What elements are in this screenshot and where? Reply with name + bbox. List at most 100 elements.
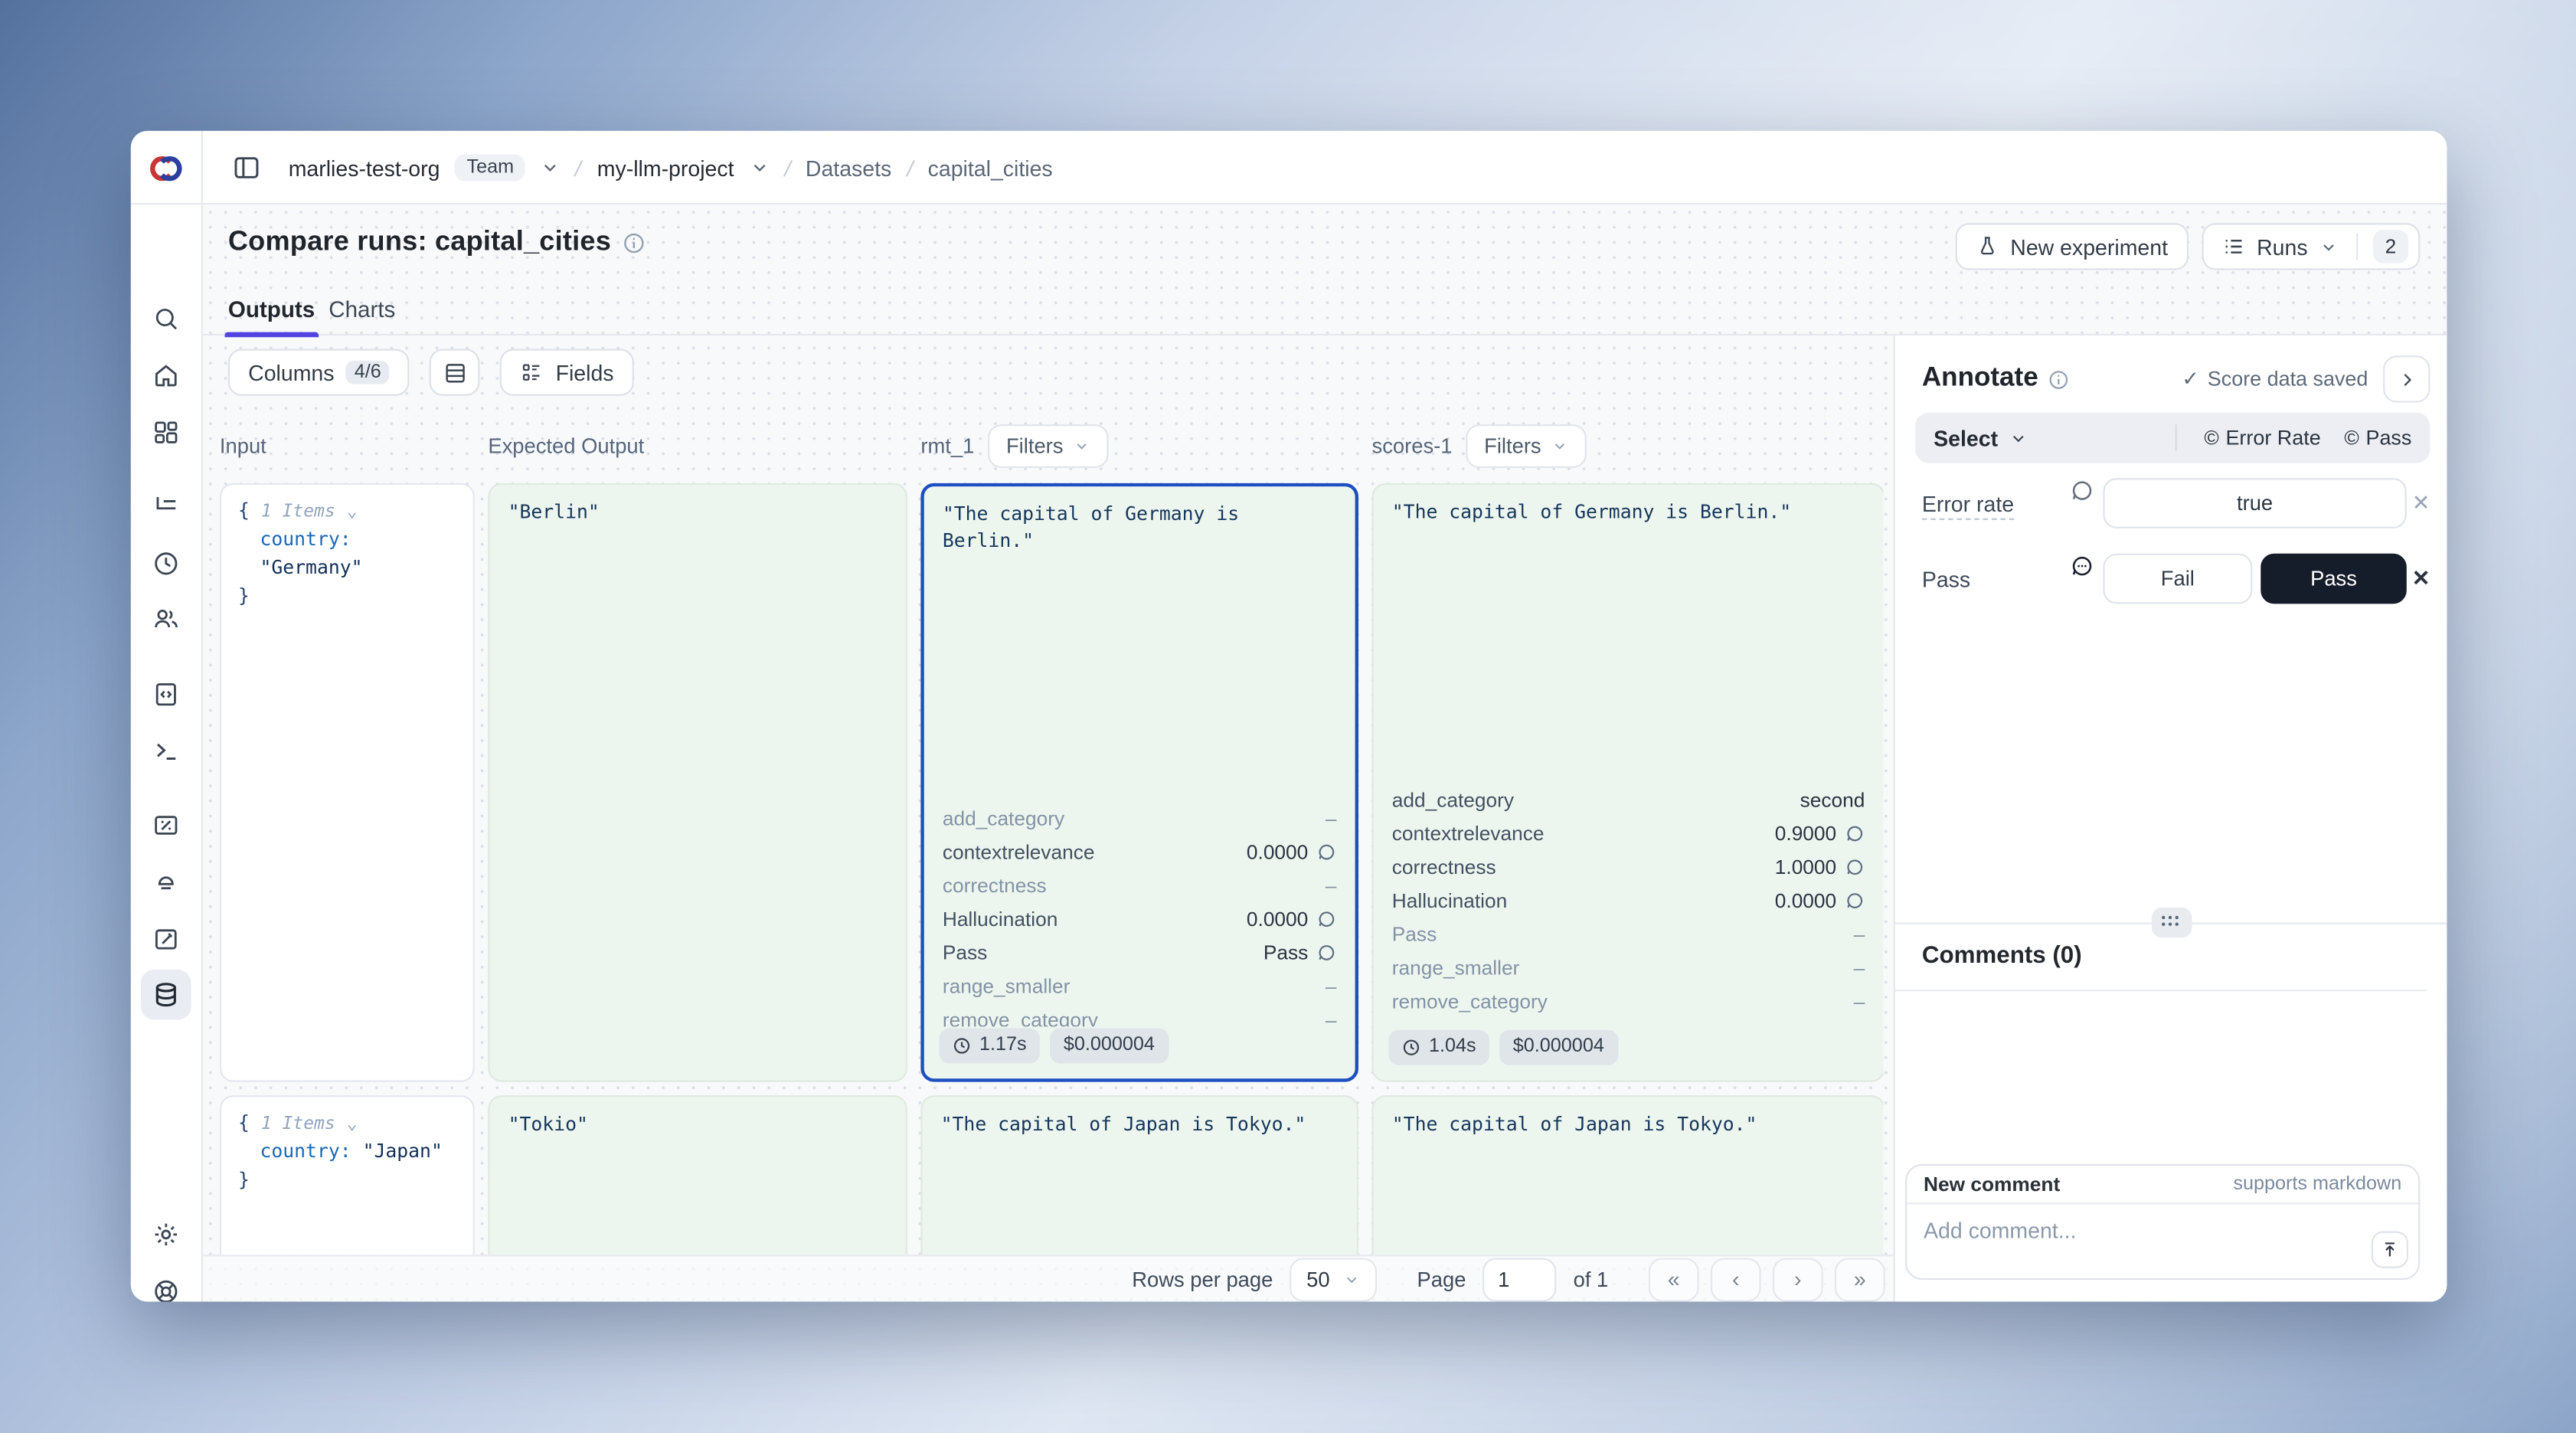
team-badge: Team bbox=[455, 154, 525, 181]
annotation-clipboard-icon[interactable] bbox=[152, 925, 180, 954]
submit-comment-button[interactable] bbox=[2372, 1232, 2408, 1268]
metric-row: contextrelevance0.0000 bbox=[943, 836, 1337, 869]
home-icon[interactable] bbox=[152, 362, 180, 390]
comment-input[interactable]: Add comment... bbox=[1924, 1218, 2076, 1243]
rows-per-page-select[interactable]: 50 bbox=[1290, 1257, 1377, 1300]
breadcrumb: marlies-test-org Team / my-llm-project /… bbox=[289, 154, 1053, 181]
users-icon[interactable] bbox=[151, 605, 181, 633]
resize-drag-handle[interactable] bbox=[2151, 908, 2192, 937]
chevron-down-icon[interactable]: ⌄ bbox=[347, 1114, 358, 1134]
expected-output-cell[interactable]: "Tokio" bbox=[488, 1095, 907, 1255]
runs-count-badge: 2 bbox=[2373, 230, 2408, 263]
next-page-button[interactable]: › bbox=[1773, 1257, 1823, 1300]
comment-bubble-icon[interactable] bbox=[1845, 891, 1865, 911]
run2-filters-button[interactable]: Filters bbox=[1466, 424, 1587, 468]
collapse-panel-button[interactable] bbox=[2383, 355, 2430, 402]
comment-bubble-icon[interactable] bbox=[2070, 477, 2104, 502]
info-icon[interactable] bbox=[2048, 368, 2070, 390]
metric-row: correctness– bbox=[943, 869, 1337, 902]
run2-output-cell[interactable]: "The capital of Germany is Berlin." add_… bbox=[1372, 483, 1884, 1082]
metric-row: range_smaller– bbox=[1392, 951, 1865, 985]
settings-gear-icon[interactable] bbox=[152, 1220, 180, 1248]
row-height-button[interactable] bbox=[430, 349, 480, 396]
spec-chip-pass[interactable]: ©Pass bbox=[2344, 426, 2411, 450]
breadcrumb-datasets[interactable]: Datasets bbox=[806, 155, 891, 181]
dashboard-grid-icon[interactable] bbox=[152, 418, 180, 447]
table-row: { 1 Items ⌄ country: "Germany" } "Berlin… bbox=[220, 483, 1884, 1082]
last-page-button[interactable]: » bbox=[1835, 1257, 1885, 1300]
error-rate-input[interactable] bbox=[2103, 478, 2406, 528]
org-logo[interactable] bbox=[131, 131, 203, 204]
datasets-database-icon[interactable] bbox=[151, 980, 181, 1009]
new-experiment-button[interactable]: New experiment bbox=[1955, 223, 2188, 270]
comment-bubble-icon[interactable] bbox=[1316, 909, 1336, 929]
sidebar-toggle-button[interactable] bbox=[224, 146, 268, 190]
search-icon[interactable] bbox=[152, 305, 180, 333]
breadcrumb-separator: / bbox=[782, 155, 793, 181]
tab-charts[interactable]: Charts bbox=[329, 283, 395, 335]
cell-footer: 1.04s $0.000004 bbox=[1374, 1029, 1884, 1081]
top-header: marlies-test-org Team / my-llm-project /… bbox=[131, 131, 2447, 204]
runs-label: Runs bbox=[2257, 234, 2307, 260]
evaluations-icon[interactable] bbox=[152, 811, 180, 839]
traces-tree-icon[interactable] bbox=[152, 492, 180, 521]
pass-label: Pass bbox=[1922, 566, 2070, 591]
run1-output-cell-selected[interactable]: "The capital of Germany is Berlin." add_… bbox=[920, 483, 1358, 1082]
metrics-list: add_categorysecond contextrelevance0.900… bbox=[1374, 784, 1884, 1029]
metric-row: add_category– bbox=[943, 802, 1337, 836]
chevron-down-icon bbox=[2319, 237, 2338, 256]
run1-output-cell[interactable]: "The capital of Japan is Tokyo." bbox=[920, 1095, 1358, 1255]
runs-button[interactable]: Runs 2 bbox=[2202, 223, 2421, 270]
comment-bubble-icon[interactable] bbox=[1845, 857, 1865, 877]
code-file-icon[interactable] bbox=[152, 680, 180, 708]
fail-option-button[interactable]: Fail bbox=[2103, 554, 2252, 604]
history-clock-icon[interactable] bbox=[152, 549, 180, 577]
fields-label: Fields bbox=[556, 360, 614, 385]
spec-select-dropdown[interactable]: Select bbox=[1934, 425, 2028, 450]
page-of-label: of 1 bbox=[1574, 1268, 1609, 1291]
table-rows-icon bbox=[443, 360, 468, 385]
column-header-run2: scores-1 Filters bbox=[1372, 423, 1587, 469]
pass-option-button-selected[interactable]: Pass bbox=[2261, 554, 2407, 604]
new-comment-title: New comment bbox=[1924, 1173, 2060, 1196]
clear-pass-button[interactable]: ✕ bbox=[2412, 565, 2431, 592]
comment-bubble-icon[interactable] bbox=[1845, 823, 1865, 843]
metric-row: contextrelevance0.9000 bbox=[1392, 817, 1865, 851]
prev-page-button[interactable]: ‹ bbox=[1711, 1257, 1761, 1300]
spec-chip-error-rate[interactable]: ©Error Rate bbox=[2204, 426, 2320, 450]
table-row: { 1 Items ⌄ country: "Japan" } "Tokio" "… bbox=[220, 1095, 1884, 1255]
info-icon[interactable] bbox=[623, 231, 646, 254]
copyright-icon: © bbox=[2204, 426, 2218, 450]
input-cell[interactable]: { 1 Items ⌄ country: "Germany" } bbox=[220, 483, 475, 1082]
breadcrumb-org[interactable]: marlies-test-org bbox=[289, 155, 440, 181]
lamp-icon[interactable] bbox=[152, 868, 180, 896]
chevron-down-icon[interactable] bbox=[541, 158, 561, 178]
results-table-zone: Columns 4/6 Fields Input Expected Output bbox=[203, 335, 1894, 1301]
expected-output-cell[interactable]: "Berlin" bbox=[488, 483, 907, 1082]
chevron-down-icon[interactable]: ⌄ bbox=[347, 502, 358, 522]
breadcrumb-project[interactable]: my-llm-project bbox=[597, 155, 734, 181]
columns-button[interactable]: Columns 4/6 bbox=[228, 349, 410, 396]
page-number-input[interactable] bbox=[1483, 1257, 1556, 1300]
run2-output-cell[interactable]: "The capital of Japan is Tokyo." bbox=[1372, 1095, 1884, 1255]
first-page-button[interactable]: « bbox=[1649, 1257, 1699, 1300]
comment-bubble-icon[interactable] bbox=[1316, 943, 1336, 963]
check-icon: ✓ bbox=[2182, 368, 2199, 391]
chevron-down-icon[interactable] bbox=[749, 158, 769, 178]
fields-button[interactable]: Fields bbox=[500, 349, 634, 396]
new-comment-card: New comment supports markdown Add commen… bbox=[1905, 1164, 2420, 1280]
chevron-down-icon bbox=[1551, 438, 1568, 455]
comment-bubble-icon[interactable] bbox=[1316, 842, 1336, 862]
input-cell[interactable]: { 1 Items ⌄ country: "Japan" } bbox=[220, 1095, 475, 1255]
tab-outputs[interactable]: Outputs bbox=[228, 283, 315, 335]
metric-row: remove_category– bbox=[1392, 985, 1865, 1019]
comment-bubble-filled-icon[interactable] bbox=[2070, 553, 2104, 578]
error-rate-field-row: Error rate ✕ bbox=[1922, 478, 2431, 528]
metric-row: range_smaller– bbox=[943, 970, 1337, 1003]
divider bbox=[2356, 233, 2358, 260]
terminal-icon[interactable] bbox=[152, 738, 180, 766]
run1-filters-button[interactable]: Filters bbox=[988, 424, 1109, 468]
breadcrumb-page: capital_cities bbox=[928, 155, 1053, 181]
clear-error-rate-button[interactable]: ✕ bbox=[2412, 490, 2431, 517]
help-lifebuoy-icon[interactable] bbox=[152, 1278, 180, 1302]
